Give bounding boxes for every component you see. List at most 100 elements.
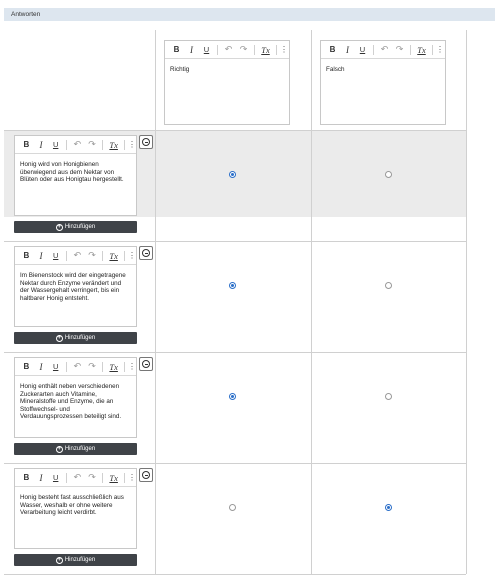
answer-editor-0[interactable]: B I U ↶ ↷ Tx ⋮ Honig wird von Honigbienen überw… (14, 135, 137, 216)
toolbar-separator (124, 361, 125, 372)
add-answer-button[interactable]: + Hinzufügen (14, 221, 137, 233)
column-divider (466, 30, 467, 574)
editor-content[interactable]: Im Bienenstock wird der eingetragene Nek… (20, 272, 131, 302)
clear-format-button[interactable]: Tx (106, 249, 121, 263)
remove-answer-button[interactable] (139, 468, 153, 482)
redo-button[interactable]: ↷ (85, 138, 100, 152)
editor-toolbar: B I U ↶ ↷ Tx ⋮ (15, 469, 136, 487)
undo-button[interactable]: ↶ (221, 43, 236, 57)
radio-falsch[interactable] (384, 393, 392, 400)
radio-richtig[interactable] (229, 171, 236, 178)
italic-button[interactable]: I (340, 43, 355, 57)
underline-button[interactable]: U (199, 43, 214, 57)
remove-answer-button[interactable] (139, 357, 153, 371)
editor-content[interactable]: Honig besteht fast ausschließlich aus Wa… (20, 494, 131, 517)
editor-content[interactable]: Richtig (170, 66, 284, 74)
plus-circle-icon: + (55, 334, 63, 342)
add-button-label: Hinzufügen (64, 335, 96, 341)
toolbar-separator (66, 361, 67, 372)
bold-button[interactable]: B (19, 249, 34, 263)
underline-button[interactable]: U (355, 43, 370, 57)
minus-circle-icon (142, 138, 150, 146)
toolbar-separator (102, 472, 104, 483)
clear-format-button[interactable]: Tx (258, 43, 273, 57)
clear-format-button[interactable]: Tx (106, 360, 121, 374)
more-options-button[interactable]: ⋮ (128, 138, 136, 152)
row-divider (4, 463, 466, 464)
undo-button[interactable]: ↶ (70, 138, 85, 152)
editor-toolbar: B I U ↶ ↷ Tx ⋮ (15, 358, 136, 376)
more-options-button[interactable]: ⋮ (128, 471, 136, 485)
toolbar-separator (124, 250, 125, 261)
clear-format-button[interactable]: Tx (106, 471, 121, 485)
underline-button[interactable]: U (48, 360, 63, 374)
add-answer-button[interactable]: + Hinzufügen (14, 554, 137, 566)
answer-editor-2[interactable]: B I U ↶ ↷ Tx ⋮ Honig enthält neben verschiedene… (14, 357, 137, 438)
bold-button[interactable]: B (169, 43, 184, 57)
redo-button[interactable]: ↷ (85, 471, 100, 485)
toolbar-separator (432, 44, 433, 55)
radio-falsch[interactable] (384, 504, 392, 511)
toolbar-separator (124, 472, 125, 483)
toolbar-separator (66, 139, 67, 150)
italic-button[interactable]: I (34, 360, 49, 374)
italic-button[interactable]: I (34, 249, 49, 263)
add-answer-button[interactable]: + Hinzufügen (14, 443, 137, 455)
editor-toolbar: B I U ↶ ↷ Tx ⋮ (321, 41, 445, 59)
toolbar-separator (102, 250, 104, 261)
answer-editor-1[interactable]: B I U ↶ ↷ Tx ⋮ Im Bienenstock wird der eingetra… (14, 246, 137, 327)
undo-button[interactable]: ↶ (377, 43, 392, 57)
minus-circle-icon (142, 471, 150, 479)
remove-answer-button[interactable] (139, 246, 153, 260)
toolbar-separator (66, 250, 67, 261)
column-editor-0[interactable]: B I U ↶ ↷ Tx ⋮ Richtig (164, 40, 290, 125)
bold-button[interactable]: B (19, 360, 34, 374)
editor-toolbar: B I U ↶ ↷ Tx ⋮ (165, 41, 289, 59)
toolbar-separator (124, 139, 125, 150)
undo-button[interactable]: ↶ (70, 249, 85, 263)
more-options-button[interactable]: ⋮ (128, 360, 136, 374)
more-options-button[interactable]: ⋮ (280, 43, 288, 57)
remove-answer-button[interactable] (139, 135, 153, 149)
answer-editor-3[interactable]: B I U ↶ ↷ Tx ⋮ Honig besteht fast ausschließlic… (14, 468, 137, 549)
clear-format-button[interactable]: Tx (414, 43, 429, 57)
more-options-button[interactable]: ⋮ (436, 43, 444, 57)
column-editor-1[interactable]: B I U ↶ ↷ Tx ⋮ Falsch (320, 40, 446, 125)
underline-button[interactable]: U (48, 138, 63, 152)
toolbar-separator (102, 139, 104, 150)
clear-format-button[interactable]: Tx (106, 138, 121, 152)
radio-falsch[interactable] (384, 282, 392, 289)
redo-button[interactable]: ↷ (236, 43, 251, 57)
redo-button[interactable]: ↷ (85, 249, 100, 263)
radio-richtig[interactable] (229, 504, 236, 511)
column-divider (311, 30, 312, 574)
toolbar-separator (410, 44, 411, 55)
add-answer-button[interactable]: + Hinzufügen (14, 332, 137, 344)
plus-circle-icon: + (55, 556, 63, 564)
undo-button[interactable]: ↶ (70, 360, 85, 374)
bold-button[interactable]: B (19, 471, 34, 485)
plus-circle-icon: + (55, 223, 63, 231)
column-divider (155, 30, 156, 574)
italic-button[interactable]: I (34, 138, 49, 152)
radio-richtig[interactable] (229, 393, 236, 400)
editor-content[interactable]: Falsch (326, 66, 440, 74)
row-divider (4, 241, 466, 242)
bold-button[interactable]: B (325, 43, 340, 57)
radio-falsch[interactable] (384, 171, 392, 178)
underline-button[interactable]: U (48, 471, 63, 485)
answers-section-title: Antworten (11, 11, 41, 18)
underline-button[interactable]: U (48, 249, 63, 263)
plus-circle-icon: + (55, 445, 63, 453)
toolbar-separator (102, 361, 104, 372)
more-options-button[interactable]: ⋮ (128, 249, 136, 263)
redo-button[interactable]: ↷ (392, 43, 407, 57)
italic-button[interactable]: I (34, 471, 49, 485)
editor-content[interactable]: Honig wird von Honigbienen überwiegend a… (20, 161, 131, 184)
editor-content[interactable]: Honig enthält neben verschiedenen Zucker… (20, 383, 131, 421)
undo-button[interactable]: ↶ (70, 471, 85, 485)
italic-button[interactable]: I (184, 43, 199, 57)
radio-richtig[interactable] (229, 282, 236, 289)
redo-button[interactable]: ↷ (85, 360, 100, 374)
bold-button[interactable]: B (19, 138, 34, 152)
